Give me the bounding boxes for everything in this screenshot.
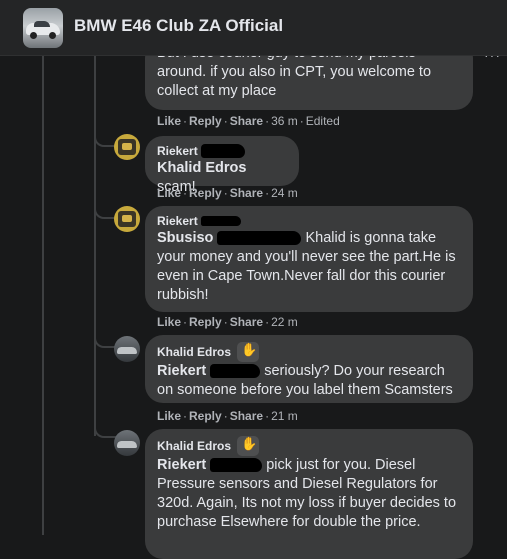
wave-badge-icon (237, 436, 260, 456)
comment-author[interactable]: Khalid Edros (157, 344, 231, 360)
thread-line-outer (42, 56, 44, 535)
mention-link[interactable]: Sbusiso (157, 230, 213, 246)
comment-time[interactable]: 36 m (271, 114, 298, 128)
like-link[interactable]: Like (157, 114, 181, 128)
comment-text: around. if you also in CPT, you welcome … (157, 64, 432, 99)
reply-link[interactable]: Reply (189, 114, 222, 128)
comment-thread: ··· But I use courier guy to send my par… (0, 40, 507, 559)
edited-label: Edited (305, 114, 340, 128)
redaction-mark (217, 231, 302, 246)
avatar[interactable] (114, 336, 140, 362)
comment-actions: Like · Reply · Share · 36 m · Edited (157, 114, 340, 128)
comment-author[interactable]: Riekert (157, 143, 198, 159)
comment-bubble: Khalid Edros Riekert seriously? Do your … (145, 335, 473, 403)
redaction-mark (210, 458, 263, 473)
like-link[interactable]: Like (157, 409, 181, 423)
redaction-mark (201, 144, 246, 158)
like-link[interactable]: Like (157, 315, 181, 329)
thread-connector (94, 424, 118, 438)
redaction-mark (210, 364, 261, 379)
comment-actions: Like · Reply · Share · 22 m (157, 315, 298, 329)
wave-badge-icon (237, 342, 260, 362)
comment-author[interactable]: Riekert (157, 213, 198, 229)
group-header: BMW E46 Club ZA Official (0, 0, 507, 56)
reply-link[interactable]: Reply (189, 409, 222, 423)
thread-line-inner (94, 56, 96, 436)
comment-author[interactable]: Khalid Edros (157, 438, 231, 454)
share-link[interactable]: Share (230, 409, 263, 423)
share-link[interactable]: Share (230, 114, 263, 128)
mention-link[interactable]: Riekert (157, 457, 206, 473)
redaction-mark (201, 216, 242, 226)
comment-time[interactable]: 21 m (271, 409, 298, 423)
comment-bubble: Riekert Khalid Edros scam! (145, 136, 299, 195)
share-link[interactable]: Share (230, 186, 263, 200)
reply-link[interactable]: Reply (189, 315, 222, 329)
avatar[interactable] (114, 430, 140, 456)
avatar[interactable] (114, 206, 140, 232)
group-title[interactable]: BMW E46 Club ZA Official (74, 16, 283, 36)
share-link[interactable]: Share (230, 315, 263, 329)
reply-link[interactable]: Reply (189, 186, 222, 200)
comment-time[interactable]: 22 m (271, 315, 298, 329)
comment-bubble: Riekert Sbusiso Khalid is gonna take you… (145, 206, 473, 312)
comment-bubble: Khalid Edros Riekert pick just for you. … (145, 429, 473, 559)
comment-actions: Like · Reply · Share · 24 m (157, 186, 298, 200)
comment-actions: Like · Reply · Share · 21 m (157, 409, 298, 423)
mention-link[interactable]: Khalid Edros (157, 160, 246, 176)
comment-time[interactable]: 24 m (271, 186, 298, 200)
group-cover-image[interactable] (23, 8, 63, 48)
avatar[interactable] (114, 134, 140, 160)
like-link[interactable]: Like (157, 186, 181, 200)
mention-link[interactable]: Riekert (157, 363, 206, 379)
